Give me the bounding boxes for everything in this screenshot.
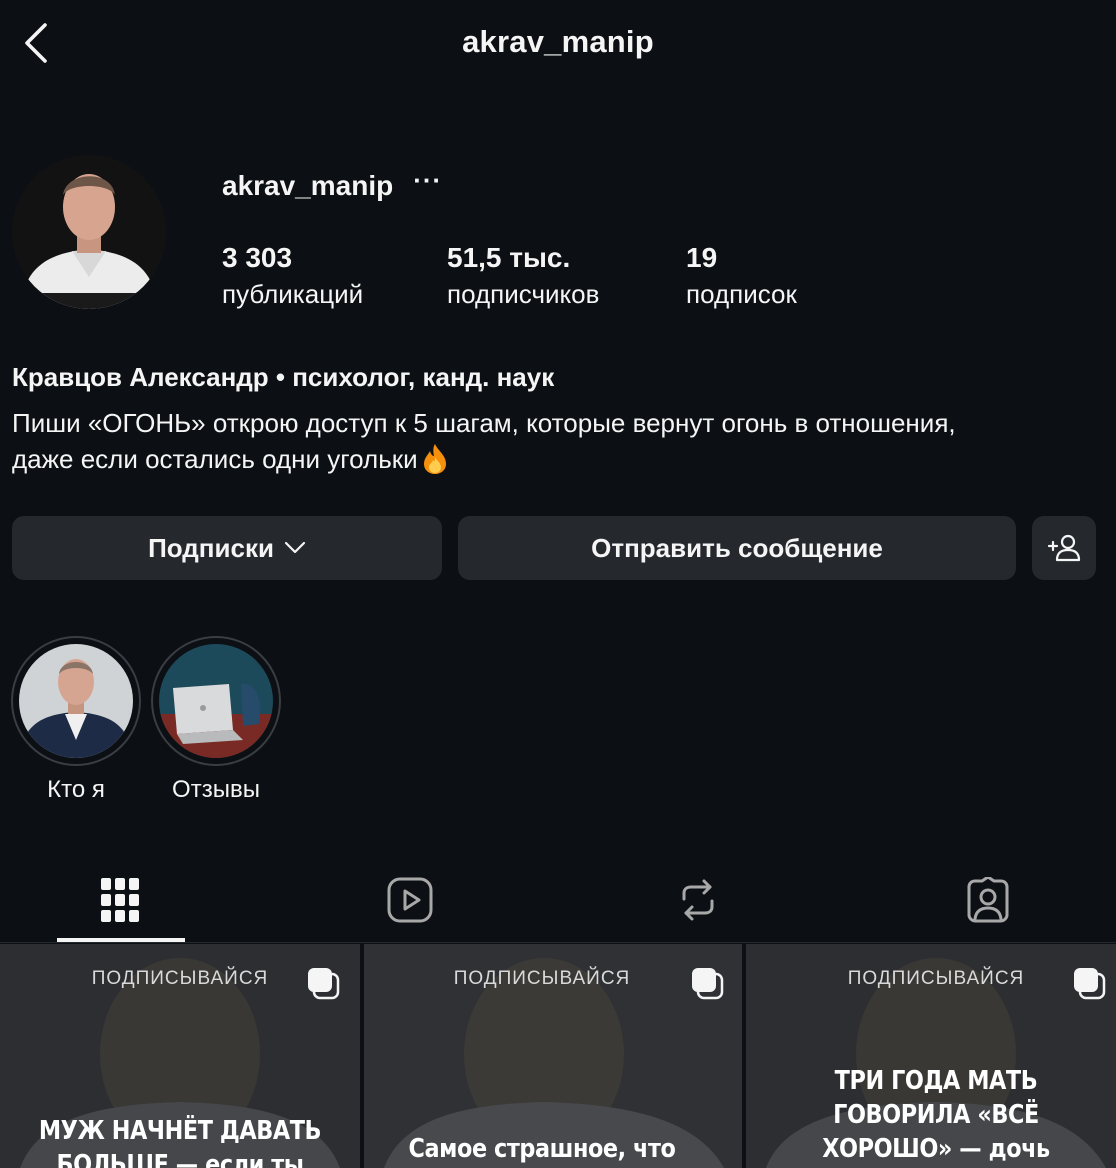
add-user-icon (1047, 534, 1081, 562)
username-row: akrav_manip ··· (222, 165, 442, 206)
profile-avatar[interactable] (12, 155, 166, 309)
highlight-label: Отзывы (172, 776, 260, 803)
profile-username: akrav_manip (222, 170, 394, 201)
stat-following-value: 19 (686, 242, 718, 273)
highlight-cover (19, 644, 133, 758)
tab-reels[interactable] (345, 860, 475, 940)
stat-followers-value: 51,5 тыс. (447, 242, 571, 273)
stat-following-label: подписок (686, 279, 797, 309)
highlight-ring (11, 636, 141, 766)
post-caption: Самое страшное, что (389, 1132, 695, 1166)
add-user-button[interactable] (1032, 516, 1096, 580)
post-tile[interactable]: ПОДПИСЫВАЙСЯ МУЖ НАЧНЁТ ДАВАТЬ БОЛЬШЕ — … (0, 944, 360, 1168)
highlight-reviews[interactable]: Отзывы (151, 636, 281, 804)
multiple-photos-icon (308, 968, 340, 1000)
posts-grid: ПОДПИСЫВАЙСЯ МУЖ НАЧНЁТ ДАВАТЬ БОЛЬШЕ — … (0, 944, 1116, 1168)
post-tile[interactable]: ПОДПИСЫВАЙСЯ Самое страшное, что (364, 944, 742, 1168)
stat-followers-label: подписчиков (447, 279, 600, 309)
top-bar: akrav_manip (0, 0, 1116, 88)
post-caption-line: ТРИ ГОДА МАТЬ (834, 1066, 1038, 1096)
stat-following[interactable]: 19 подписок (686, 240, 797, 312)
post-tag-text: ПОДПИСЫВАЙСЯ (847, 968, 1025, 989)
profile-bio: Пиши «ОГОНЬ» открою доступ к 5 шагам, ко… (12, 405, 1102, 477)
tab-posts[interactable] (55, 860, 185, 940)
bio-line-2: даже если остались одни угольки (12, 441, 1102, 477)
post-caption: МУЖ НАЧНЁТ ДАВАТЬ БОЛЬШЕ — если ты (25, 1114, 335, 1168)
send-message-button[interactable]: Отправить сообщение (458, 516, 1016, 580)
avatar-photo (12, 155, 166, 309)
profile-tabs (0, 860, 1116, 943)
bio-line-2-text: даже если остались одни угольки (12, 444, 418, 474)
reposts-icon (682, 879, 714, 921)
bio-line-1: Пиши «ОГОНЬ» открою доступ к 5 шагам, ко… (12, 408, 956, 438)
stat-posts: 3 303 публикаций (222, 240, 363, 312)
multiple-photos-icon (692, 968, 724, 1000)
tab-reposts[interactable] (633, 860, 763, 940)
highlight-ring (151, 636, 281, 766)
send-message-label: Отправить сообщение (591, 532, 883, 563)
fire-icon (423, 444, 446, 474)
following-button-label: Подписки (148, 532, 274, 563)
profile-full-name: Кравцов Александр • психолог, канд. наук (12, 362, 555, 392)
tagged-icon (967, 877, 1009, 923)
post-caption-line: ХОРОШО» — дочь (822, 1134, 1050, 1164)
stat-posts-value: 3 303 (222, 242, 293, 273)
tab-tagged[interactable] (923, 860, 1053, 940)
highlight-label: Кто я (47, 776, 105, 803)
chevron-down-icon (284, 541, 306, 554)
post-caption: ТРИ ГОДА МАТЬ ГОВОРИЛА «ВСЁ ХОРОШО» — до… (773, 1064, 1100, 1166)
post-caption-line: ГОВОРИЛА «ВСЁ (833, 1100, 1039, 1130)
post-caption-line: Самое страшное, что (408, 1134, 676, 1164)
page-title: akrav_manip (462, 24, 654, 59)
multiple-photos-icon (1074, 968, 1106, 1000)
stat-followers[interactable]: 51,5 тыс. подписчиков (447, 240, 599, 312)
more-options-button[interactable]: ··· (413, 165, 442, 196)
stat-posts-label: публикаций (222, 279, 364, 309)
post-caption-line: БОЛЬШЕ — если ты (56, 1150, 304, 1168)
post-caption-line: МУЖ НАЧНЁТ ДАВАТЬ (38, 1116, 322, 1146)
reels-icon (387, 877, 433, 923)
post-tile[interactable]: ПОДПИСЫВАЙСЯ ТРИ ГОДА МАТЬ ГОВОРИЛА «ВСЁ… (746, 944, 1116, 1168)
grid-icon (101, 878, 139, 922)
active-tab-indicator (57, 938, 185, 942)
post-tag-text: ПОДПИСЫВАЙСЯ (453, 968, 631, 989)
highlight-who-am-i[interactable]: Кто я (11, 636, 141, 804)
following-button[interactable]: Подписки (12, 516, 442, 580)
highlight-cover (159, 644, 273, 758)
